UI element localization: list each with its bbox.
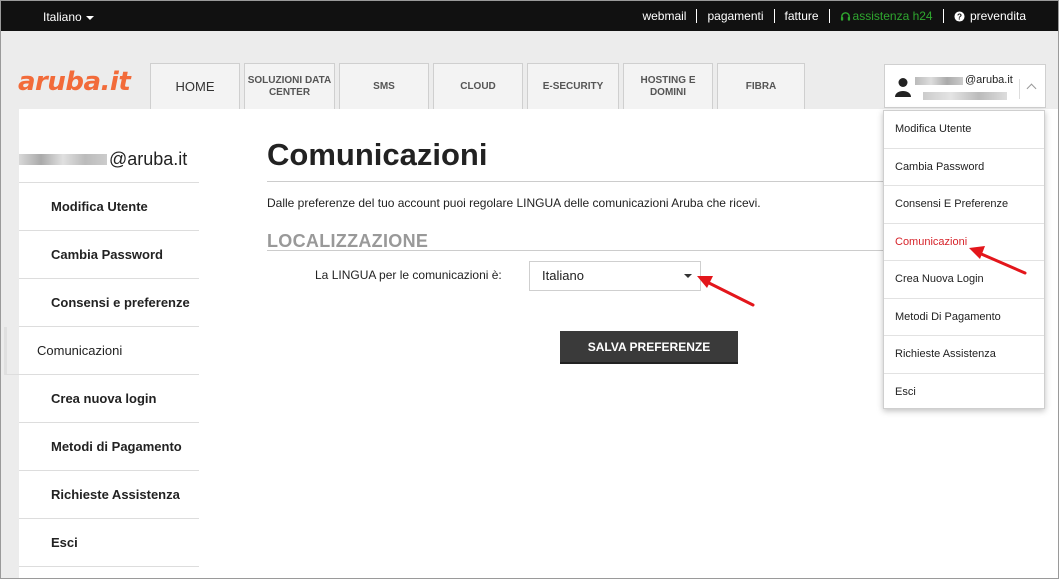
sidebar-item-modifica-utente[interactable]: Modifica Utente — [19, 183, 199, 231]
browser-frame: Italiano webmail pagamenti fatture assis… — [0, 0, 1059, 579]
language-selector[interactable]: Italiano — [43, 10, 94, 24]
tab-cloud[interactable]: CLOUD — [433, 63, 523, 109]
annotation-arrow-icon — [969, 246, 1027, 275]
assistenza-link[interactable]: assistenza h24 — [828, 9, 943, 23]
language-select-value: Italiano — [542, 268, 584, 283]
sidebar-item-comunicazioni[interactable]: Comunicazioni — [4, 327, 199, 375]
blurred-username — [19, 154, 107, 165]
user-email: @aruba.it — [965, 74, 1013, 86]
headset-icon — [840, 12, 850, 21]
divider — [1019, 79, 1020, 99]
sidebar-item-metodi-pagamento[interactable]: Metodi di Pagamento — [19, 423, 199, 471]
label-bold: LINGUA — [331, 268, 376, 282]
annotation-arrow-icon — [697, 276, 755, 307]
prevendita-label: prevendita — [969, 9, 1026, 23]
tab-fibra[interactable]: FIBRA — [717, 63, 805, 109]
blurred-username — [915, 77, 963, 85]
sidebar-item-esci[interactable]: Esci — [19, 519, 199, 567]
main-nav: HOME SOLUZIONI DATA CENTER SMS CLOUD E-S… — [150, 63, 809, 109]
tab-soluzioni-data-center[interactable]: SOLUZIONI DATA CENTER — [244, 63, 335, 109]
assistenza-label: assistenza h24 — [852, 9, 933, 23]
save-preferences-button[interactable]: SALVA PREFERENZE — [560, 331, 738, 364]
prevendita-link[interactable]: ? prevendita — [942, 9, 1036, 23]
tab-hosting-domini[interactable]: HOSTING E DOMINI — [623, 63, 713, 109]
user-menu-toggle[interactable]: @aruba.it — [884, 64, 1046, 108]
tab-home[interactable]: HOME — [150, 63, 240, 109]
divider — [267, 250, 907, 251]
caret-down-icon — [85, 15, 94, 20]
blurred-account-info — [923, 92, 1007, 100]
fatture-link[interactable]: fatture — [773, 9, 829, 23]
divider — [267, 181, 907, 182]
page-description: Dalle preferenze del tuo account puoi re… — [267, 196, 761, 210]
user-avatar-icon — [895, 78, 911, 97]
menu-item-richieste-assistenza[interactable]: Richieste Assistenza — [884, 336, 1044, 374]
sidebar-item-crea-login[interactable]: Crea nuova login — [19, 375, 199, 423]
sidebar-item-consensi[interactable]: Consensi e preferenze — [19, 279, 199, 327]
menu-item-consensi[interactable]: Consensi E Preferenze — [884, 186, 1044, 224]
section-title: LOCALIZZAZIONE — [267, 231, 429, 251]
language-field-label: La LINGUA per le comunicazioni è: — [315, 268, 502, 282]
menu-item-cambia-password[interactable]: Cambia Password — [884, 149, 1044, 186]
language-label: Italiano — [43, 10, 82, 24]
svg-text:?: ? — [957, 12, 962, 21]
webmail-link[interactable]: webmail — [632, 9, 696, 23]
sidebar-account: @aruba.it — [19, 109, 199, 183]
top-bar: Italiano webmail pagamenti fatture assis… — [1, 1, 1058, 31]
label-suffix: per le comunicazioni è: — [375, 268, 502, 282]
label-prefix: La — [315, 268, 332, 282]
menu-item-modifica-utente[interactable]: Modifica Utente — [884, 111, 1044, 149]
pagamenti-link[interactable]: pagamenti — [696, 9, 773, 23]
tab-e-security[interactable]: E-SECURITY — [527, 63, 619, 109]
menu-item-esci[interactable]: Esci — [884, 374, 1044, 412]
sidebar: @aruba.it Modifica Utente Cambia Passwor… — [4, 109, 199, 567]
tab-sms[interactable]: SMS — [339, 63, 429, 109]
language-select[interactable]: Italiano — [529, 261, 701, 291]
chevron-up-icon — [1026, 83, 1037, 94]
page-title: Comunicazioni — [267, 137, 488, 172]
sidebar-item-richieste-assistenza[interactable]: Richieste Assistenza — [19, 471, 199, 519]
sidebar-item-cambia-password[interactable]: Cambia Password — [19, 231, 199, 279]
top-links: webmail pagamenti fatture assistenza h24… — [632, 1, 1036, 31]
menu-item-metodi-pagamento[interactable]: Metodi Di Pagamento — [884, 299, 1044, 336]
help-icon: ? — [954, 11, 965, 22]
sidebar-email: @aruba.it — [109, 149, 188, 169]
aruba-logo[interactable]: aruba.it — [18, 67, 131, 97]
site-header: aruba.it HOME SOLUZIONI DATA CENTER SMS … — [1, 31, 1058, 109]
